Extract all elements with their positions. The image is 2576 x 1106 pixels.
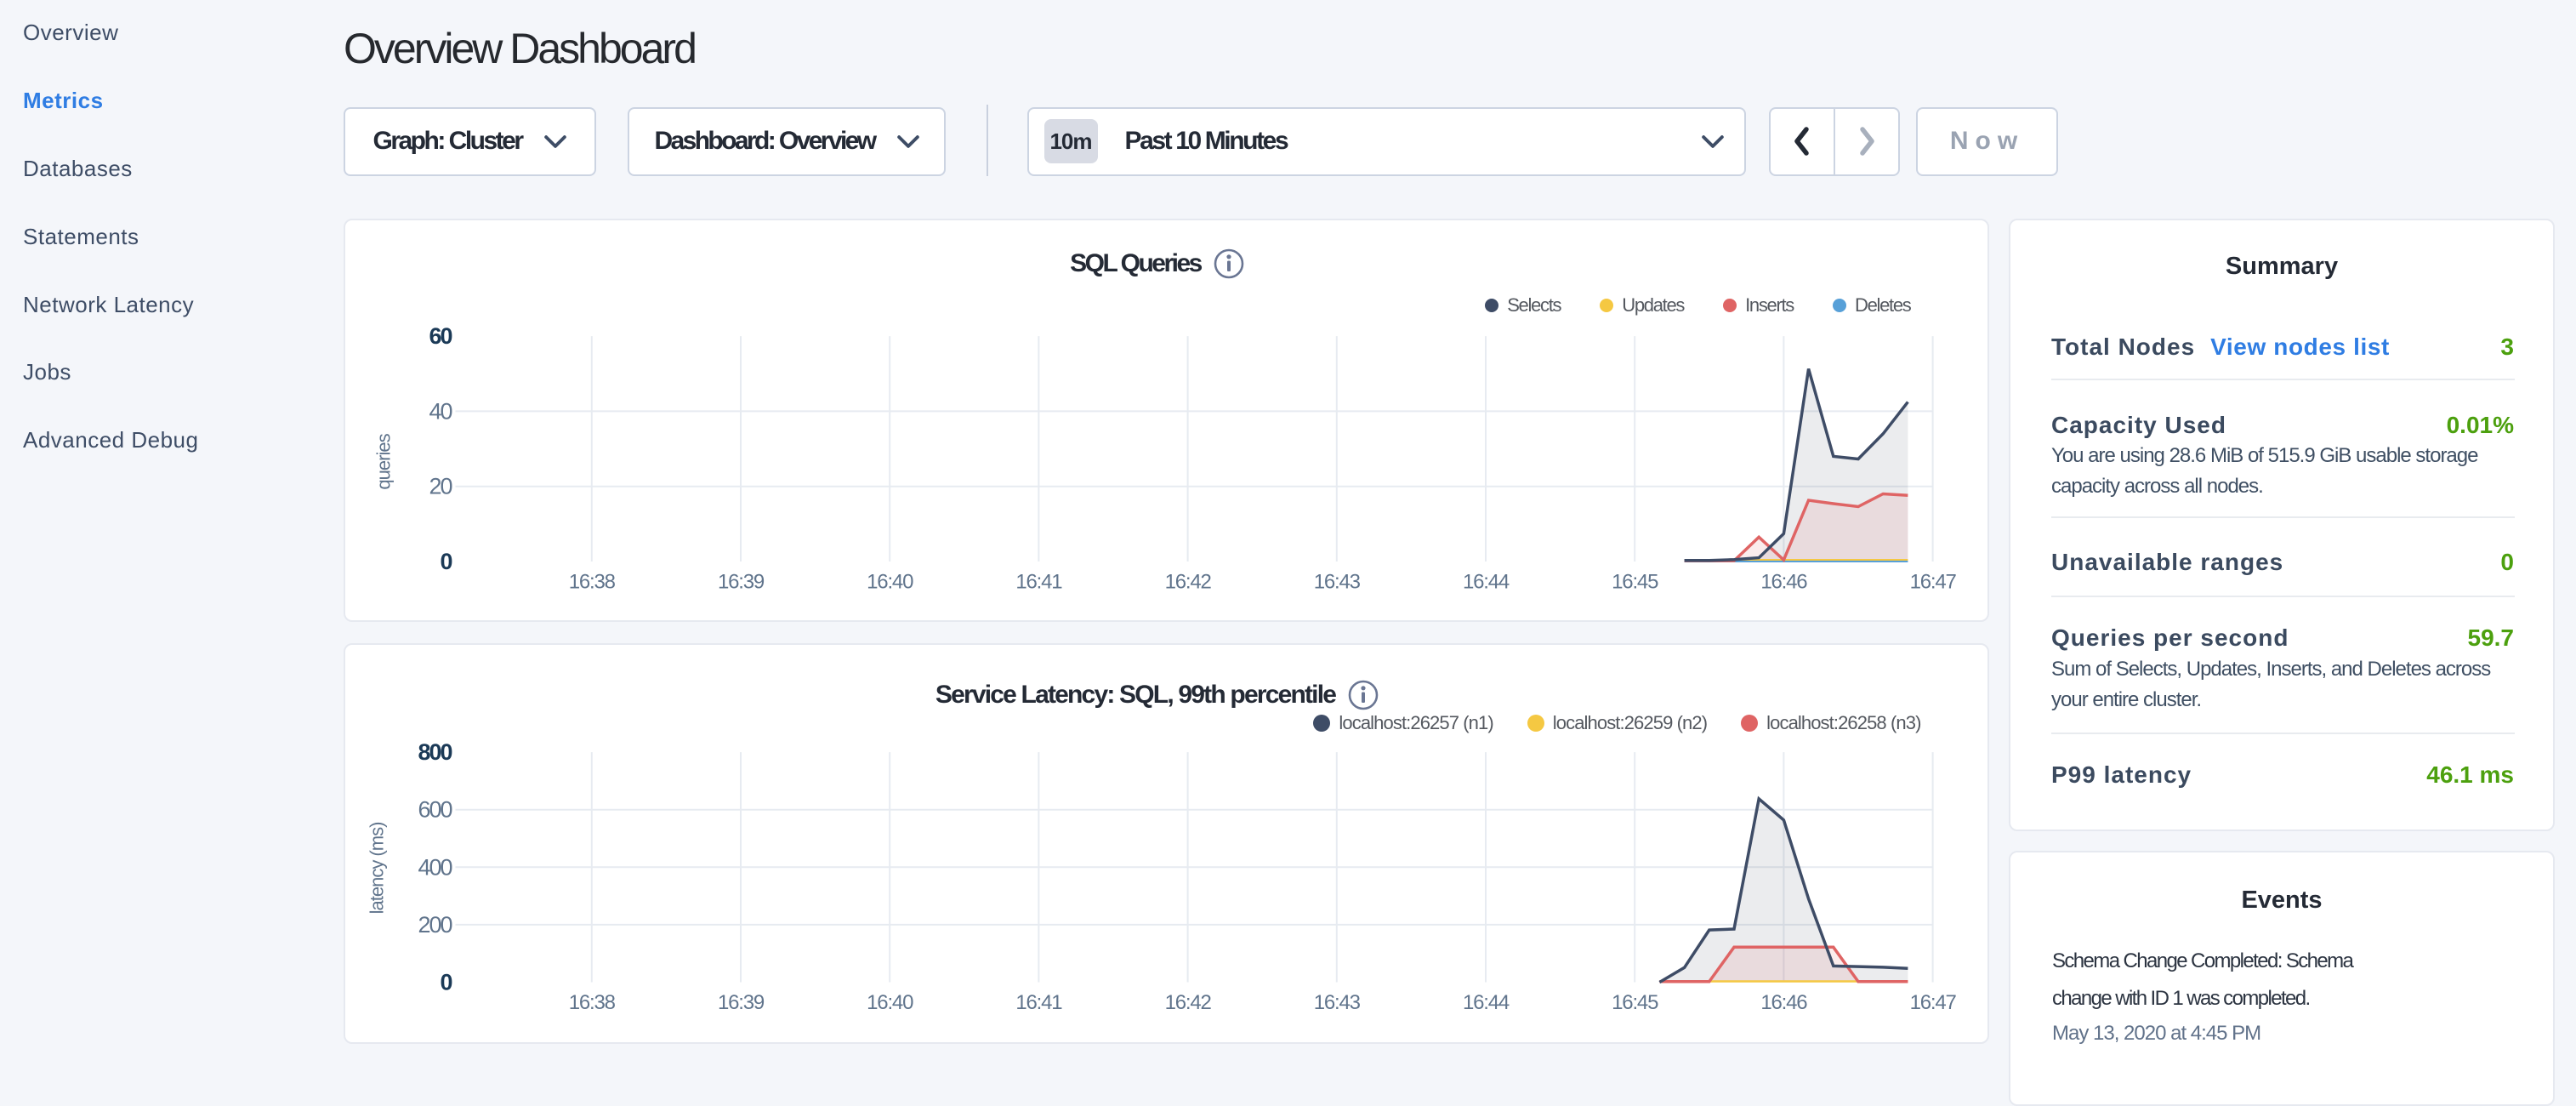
svg-text:16:45: 16:45: [1612, 991, 1658, 1014]
svg-text:400: 400: [418, 854, 452, 880]
svg-text:0: 0: [440, 969, 452, 995]
svg-text:40: 40: [429, 398, 452, 424]
svg-text:16:47: 16:47: [1909, 571, 1956, 594]
svg-text:200: 200: [418, 911, 452, 937]
svg-text:60: 60: [429, 323, 452, 349]
svg-text:16:45: 16:45: [1612, 571, 1658, 594]
svg-text:16:41: 16:41: [1015, 991, 1062, 1014]
svg-text:16:42: 16:42: [1164, 991, 1211, 1014]
svg-text:16:39: 16:39: [717, 991, 764, 1014]
svg-text:16:46: 16:46: [1760, 991, 1807, 1014]
svg-text:latency (ms): latency (ms): [366, 822, 387, 914]
svg-text:16:41: 16:41: [1015, 571, 1062, 594]
svg-text:600: 600: [418, 796, 452, 822]
svg-text:16:46: 16:46: [1760, 571, 1807, 594]
svg-text:queries: queries: [372, 433, 394, 489]
svg-text:0: 0: [440, 549, 452, 574]
svg-text:16:38: 16:38: [568, 571, 615, 594]
svg-text:16:39: 16:39: [717, 571, 764, 594]
svg-text:16:43: 16:43: [1313, 991, 1360, 1014]
svg-text:16:43: 16:43: [1313, 571, 1360, 594]
svg-text:800: 800: [418, 739, 452, 765]
svg-text:16:40: 16:40: [867, 571, 913, 594]
svg-text:16:47: 16:47: [1909, 991, 1956, 1014]
svg-text:16:38: 16:38: [568, 991, 615, 1014]
svg-text:16:44: 16:44: [1462, 571, 1509, 594]
svg-text:20: 20: [429, 474, 452, 499]
svg-text:16:44: 16:44: [1462, 991, 1509, 1014]
svg-text:16:40: 16:40: [867, 991, 913, 1014]
svg-text:16:42: 16:42: [1164, 571, 1211, 594]
